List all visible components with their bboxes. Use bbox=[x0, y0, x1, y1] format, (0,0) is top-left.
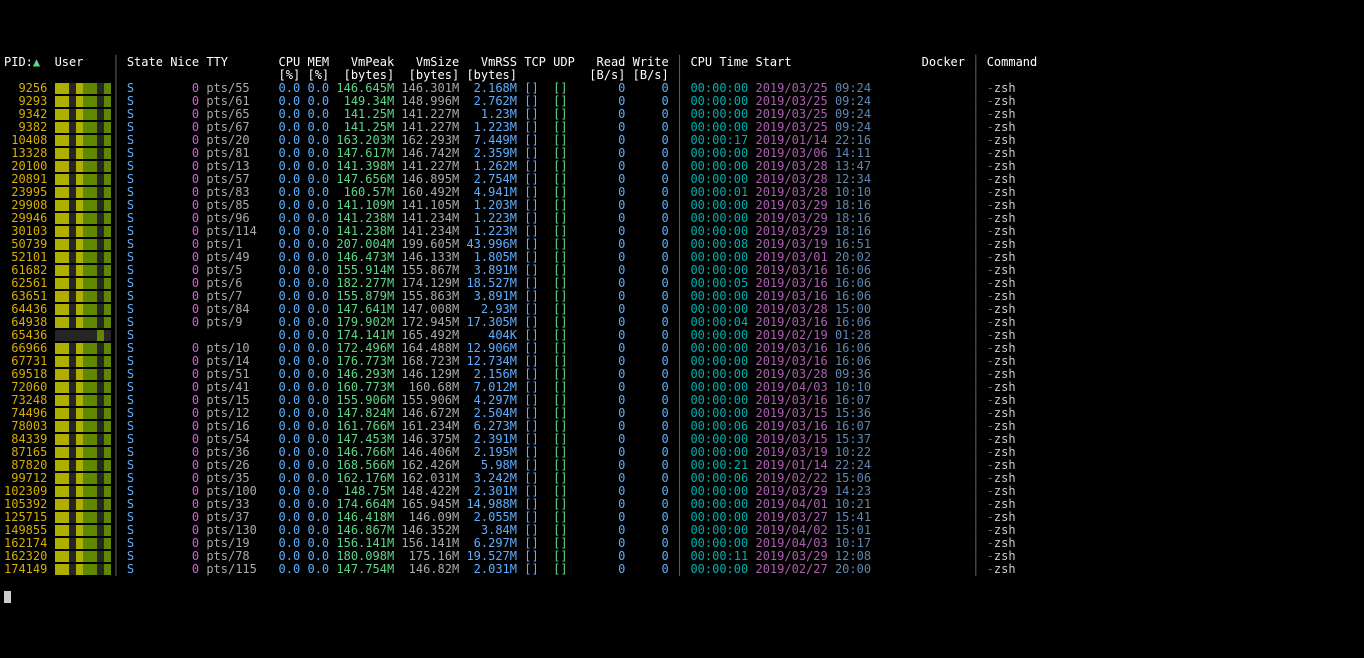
col-command[interactable]: Command bbox=[987, 56, 1038, 69]
user-color-code bbox=[55, 237, 111, 251]
user-color-code bbox=[55, 289, 111, 303]
user-color-code bbox=[55, 445, 111, 459]
col-cputime[interactable]: CPU Time bbox=[690, 56, 755, 69]
cell-user bbox=[55, 563, 113, 576]
user-color-code bbox=[55, 380, 111, 394]
cell-cputime: 00:00:00 bbox=[690, 563, 755, 576]
sort-indicator-icon: ▲ bbox=[33, 55, 40, 69]
user-color-code bbox=[55, 393, 111, 407]
cell-tty: pts/115 bbox=[206, 563, 264, 576]
col-start[interactable]: Start bbox=[755, 56, 878, 69]
cell-vmpeak: 147.754M bbox=[336, 563, 401, 576]
user-color-code bbox=[55, 224, 111, 238]
user-color-code bbox=[55, 120, 111, 134]
process-row[interactable]: 174149 │ S 0 pts/115 0.0 0.0 147.754M 14… bbox=[4, 563, 1037, 576]
user-color-code bbox=[55, 367, 111, 381]
user-color-code bbox=[55, 523, 111, 537]
user-color-code bbox=[55, 276, 111, 290]
user-color-code bbox=[55, 133, 111, 147]
cell-docker bbox=[878, 563, 972, 576]
user-color-code bbox=[55, 432, 111, 446]
cell-vmsize: 146.82M bbox=[401, 563, 466, 576]
cell-state: S bbox=[127, 563, 170, 576]
user-color-code bbox=[55, 211, 111, 225]
col-state[interactable]: State bbox=[127, 56, 170, 69]
user-color-code bbox=[55, 315, 111, 329]
user-color-code bbox=[55, 94, 111, 108]
cell-vmrss: 2.031M bbox=[466, 563, 524, 576]
cell-start: 2019/02/27 20:00 bbox=[755, 563, 878, 576]
cell-udp: [] bbox=[553, 563, 582, 576]
cell-tcp: [] bbox=[524, 563, 553, 576]
user-color-code bbox=[55, 354, 111, 368]
cell-pid: 174149 bbox=[4, 563, 55, 576]
user-color-code bbox=[55, 458, 111, 472]
cell-cpu: 0.0 bbox=[264, 563, 307, 576]
user-color-code bbox=[55, 198, 111, 212]
cell-nice: 0 bbox=[170, 563, 206, 576]
cell-command: -zsh bbox=[987, 563, 1038, 576]
user-color-code bbox=[55, 497, 111, 511]
user-color-code bbox=[55, 107, 111, 121]
user-color-code bbox=[55, 328, 111, 342]
col-udp[interactable]: UDP bbox=[553, 56, 582, 69]
col-docker[interactable]: Docker bbox=[878, 56, 972, 69]
user-color-code bbox=[55, 341, 111, 355]
col-tcp[interactable]: TCP bbox=[524, 56, 553, 69]
user-color-code bbox=[55, 185, 111, 199]
cell-read: 0 bbox=[582, 563, 633, 576]
col-tty[interactable]: TTY bbox=[206, 56, 264, 69]
user-color-code bbox=[55, 250, 111, 264]
user-color-code bbox=[55, 536, 111, 550]
user-color-code bbox=[55, 510, 111, 524]
user-color-code bbox=[55, 406, 111, 420]
terminal-cursor bbox=[4, 591, 11, 603]
user-color-code bbox=[55, 562, 111, 576]
user-color-code bbox=[55, 549, 111, 563]
cell-write: 0 bbox=[633, 563, 676, 576]
user-color-code bbox=[55, 471, 111, 485]
user-color-code bbox=[55, 484, 111, 498]
user-color-code bbox=[55, 302, 111, 316]
cell-mem: 0.0 bbox=[307, 563, 336, 576]
user-color-code bbox=[55, 172, 111, 186]
user-color-code bbox=[55, 263, 111, 277]
process-table[interactable]: PID:▲ User │ State Nice TTY CPU MEM VmPe… bbox=[4, 56, 1037, 576]
col-nice[interactable]: Nice bbox=[170, 56, 206, 69]
user-color-code bbox=[55, 419, 111, 433]
user-color-code bbox=[55, 146, 111, 160]
user-color-code bbox=[55, 159, 111, 173]
user-color-code bbox=[55, 81, 111, 95]
